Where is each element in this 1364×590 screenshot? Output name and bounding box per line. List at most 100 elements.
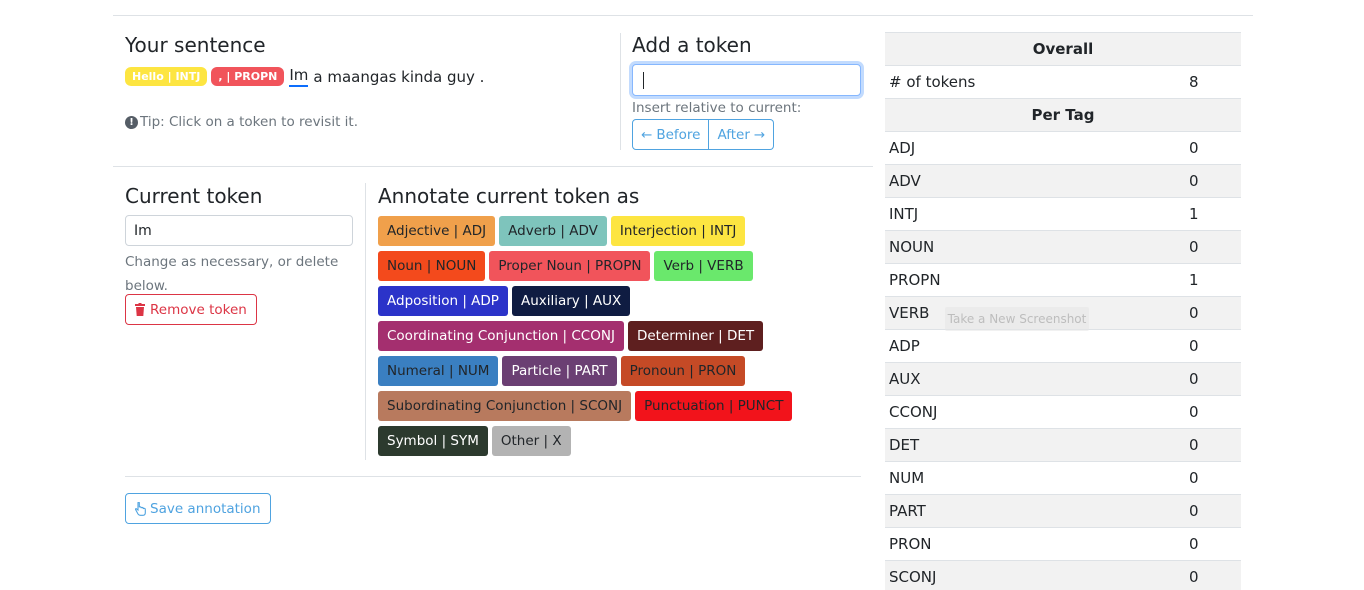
tag-button-part[interactable]: Particle | PART xyxy=(502,356,617,386)
tag-button-sym[interactable]: Symbol | SYM xyxy=(378,426,488,456)
tag-stat-count: 0 xyxy=(1189,238,1199,256)
tag-stat-label: NOUN xyxy=(889,238,935,256)
remaining-sentence-text: a maangas kinda guy . xyxy=(313,67,485,86)
save-annotation-button[interactable]: Save annotation xyxy=(125,493,271,524)
tag-stat-label: ADV xyxy=(889,172,921,190)
tag-button-verb[interactable]: Verb | VERB xyxy=(654,251,753,281)
tag-stat-row: AUX 0 xyxy=(885,362,1241,395)
tag-stat-label: AUX xyxy=(889,370,921,388)
tag-stat-label: PART xyxy=(889,502,926,520)
tag-stat-row: ADJ 0 xyxy=(885,131,1241,164)
insert-after-button[interactable]: After → xyxy=(709,119,775,150)
tag-stat-count: 0 xyxy=(1189,337,1199,355)
tag-stat-label: PROPN xyxy=(889,271,941,289)
annotate-heading: Annotate current token as xyxy=(378,184,640,208)
tag-button-det[interactable]: Determiner | DET xyxy=(627,321,764,351)
insert-position-group: ← Before After → xyxy=(632,119,775,150)
tag-stat-count: 0 xyxy=(1189,502,1199,520)
tag-stat-row: CCONJ 0 xyxy=(885,395,1241,428)
current-token-text[interactable]: Im xyxy=(289,66,309,87)
tag-row: Numeral | NUM Particle | PART Pronoun | … xyxy=(378,356,746,386)
tag-row: Coordinating Conjunction | CCONJ Determi… xyxy=(378,321,764,351)
tag-button-propn[interactable]: Proper Noun | PROPN xyxy=(489,251,651,281)
arrow-left-icon: ← xyxy=(641,126,653,143)
sentence-tokens: Hello | INTJ , | PROPN Im a maangas kind… xyxy=(125,66,484,87)
tag-button-num[interactable]: Numeral | NUM xyxy=(378,356,499,386)
tag-stat-label: DET xyxy=(889,436,920,454)
text-caret xyxy=(643,72,644,89)
token-count-label: # of tokens xyxy=(889,73,976,91)
tag-stat-row: ADV 0 xyxy=(885,164,1241,197)
tag-stat-count: 1 xyxy=(1189,205,1199,223)
tag-button-aux[interactable]: Auxiliary | AUX xyxy=(511,286,631,316)
tag-button-cconj[interactable]: Coordinating Conjunction | CCONJ xyxy=(378,321,624,351)
add-token-input[interactable] xyxy=(632,64,861,96)
current-token-heading: Current token xyxy=(125,184,263,208)
tag-button-noun[interactable]: Noun | NOUN xyxy=(378,251,486,281)
add-token-heading: Add a token xyxy=(632,33,752,57)
insert-after-label: After xyxy=(717,126,750,143)
tag-button-pron[interactable]: Pronoun | PRON xyxy=(620,356,746,386)
insert-before-label: Before xyxy=(656,126,701,143)
tag-stat-count: 0 xyxy=(1189,469,1199,487)
tag-button-punct[interactable]: Punctuation | PUNCT xyxy=(635,391,793,421)
section-divider xyxy=(113,166,873,167)
top-divider xyxy=(113,15,1253,16)
tag-button-adv[interactable]: Adverb | ADV xyxy=(499,216,607,246)
tag-row: Subordinating Conjunction | SCONJ Punctu… xyxy=(378,391,793,421)
save-annotation-label: Save annotation xyxy=(150,500,261,517)
tag-stat-row: PROPN 1 xyxy=(885,263,1241,296)
tag-button-sconj[interactable]: Subordinating Conjunction | SCONJ xyxy=(378,391,632,421)
tag-stat-count: 0 xyxy=(1189,370,1199,388)
tag-stat-label: INTJ xyxy=(889,205,919,223)
tag-stat-count: 0 xyxy=(1189,568,1199,586)
tag-stat-label: ADP xyxy=(889,337,920,355)
tag-stat-count: 0 xyxy=(1189,304,1199,322)
footer-divider xyxy=(125,476,861,477)
tag-stat-label: PRON xyxy=(889,535,932,553)
tag-stat-row: DET 0 xyxy=(885,428,1241,461)
sentence-heading: Your sentence xyxy=(125,33,266,57)
tag-row: Symbol | SYM Other | X xyxy=(378,426,571,456)
per-tag-rows: ADJ 0 ADV 0 INTJ 1 NOUN 0 PROPN 1 VERB 0 ADP 0 AUX 0 CCO… xyxy=(885,131,1241,590)
tag-stat-label: SCONJ xyxy=(889,568,937,586)
tag-stat-count: 0 xyxy=(1189,139,1199,157)
vertical-divider-2 xyxy=(365,183,366,460)
tag-button-intj[interactable]: Interjection | INTJ xyxy=(610,216,746,246)
current-token-hint: Change as necessary, or delete below. xyxy=(125,254,339,294)
token-count-value: 8 xyxy=(1189,73,1199,91)
tag-stat-row: SCONJ 0 xyxy=(885,560,1241,590)
tag-row: Adjective | ADJ Adverb | ADV Interjectio… xyxy=(378,216,746,246)
tag-button-adp[interactable]: Adposition | ADP xyxy=(378,286,508,316)
tag-stat-count: 0 xyxy=(1189,436,1199,454)
trash-icon xyxy=(135,303,145,316)
tag-button-adj[interactable]: Adjective | ADJ xyxy=(378,216,496,246)
tag-stat-count: 1 xyxy=(1189,271,1199,289)
remove-token-label: Remove token xyxy=(150,301,247,318)
tag-stat-row: NOUN 0 xyxy=(885,230,1241,263)
tag-stat-count: 0 xyxy=(1189,172,1199,190)
tag-stat-label: NUM xyxy=(889,469,925,487)
tag-stat-row: NUM 0 xyxy=(885,461,1241,494)
overall-header: Overall xyxy=(885,32,1241,65)
tag-row: Adposition | ADP Auxiliary | AUX xyxy=(378,286,631,316)
tag-stat-label: CCONJ xyxy=(889,403,938,421)
tag-stat-row: PART 0 xyxy=(885,494,1241,527)
token-badge-intj[interactable]: Hello | INTJ xyxy=(125,67,208,86)
current-token-input[interactable] xyxy=(125,215,353,246)
remove-token-button[interactable]: Remove token xyxy=(125,294,257,325)
insert-before-button[interactable]: ← Before xyxy=(632,119,710,150)
insert-relative-label: Insert relative to current: xyxy=(632,100,802,116)
vertical-divider xyxy=(620,33,621,150)
tag-stat-label: ADJ xyxy=(889,139,916,157)
tag-button-x[interactable]: Other | X xyxy=(491,426,571,456)
token-count-row: # of tokens 8 xyxy=(885,65,1241,98)
hand-pointer-icon xyxy=(135,501,146,516)
per-tag-header: Per Tag xyxy=(885,98,1241,131)
tip-label: Tip: Click on a token to revisit it. xyxy=(140,114,359,130)
tag-stat-row: INTJ 1 xyxy=(885,197,1241,230)
tag-stat-count: 0 xyxy=(1189,403,1199,421)
tip-text: ! Tip: Click on a token to revisit it. xyxy=(125,114,358,130)
screenshot-tooltip: Take a New Screenshot xyxy=(945,307,1089,331)
token-badge-propn[interactable]: , | PROPN xyxy=(211,67,285,86)
